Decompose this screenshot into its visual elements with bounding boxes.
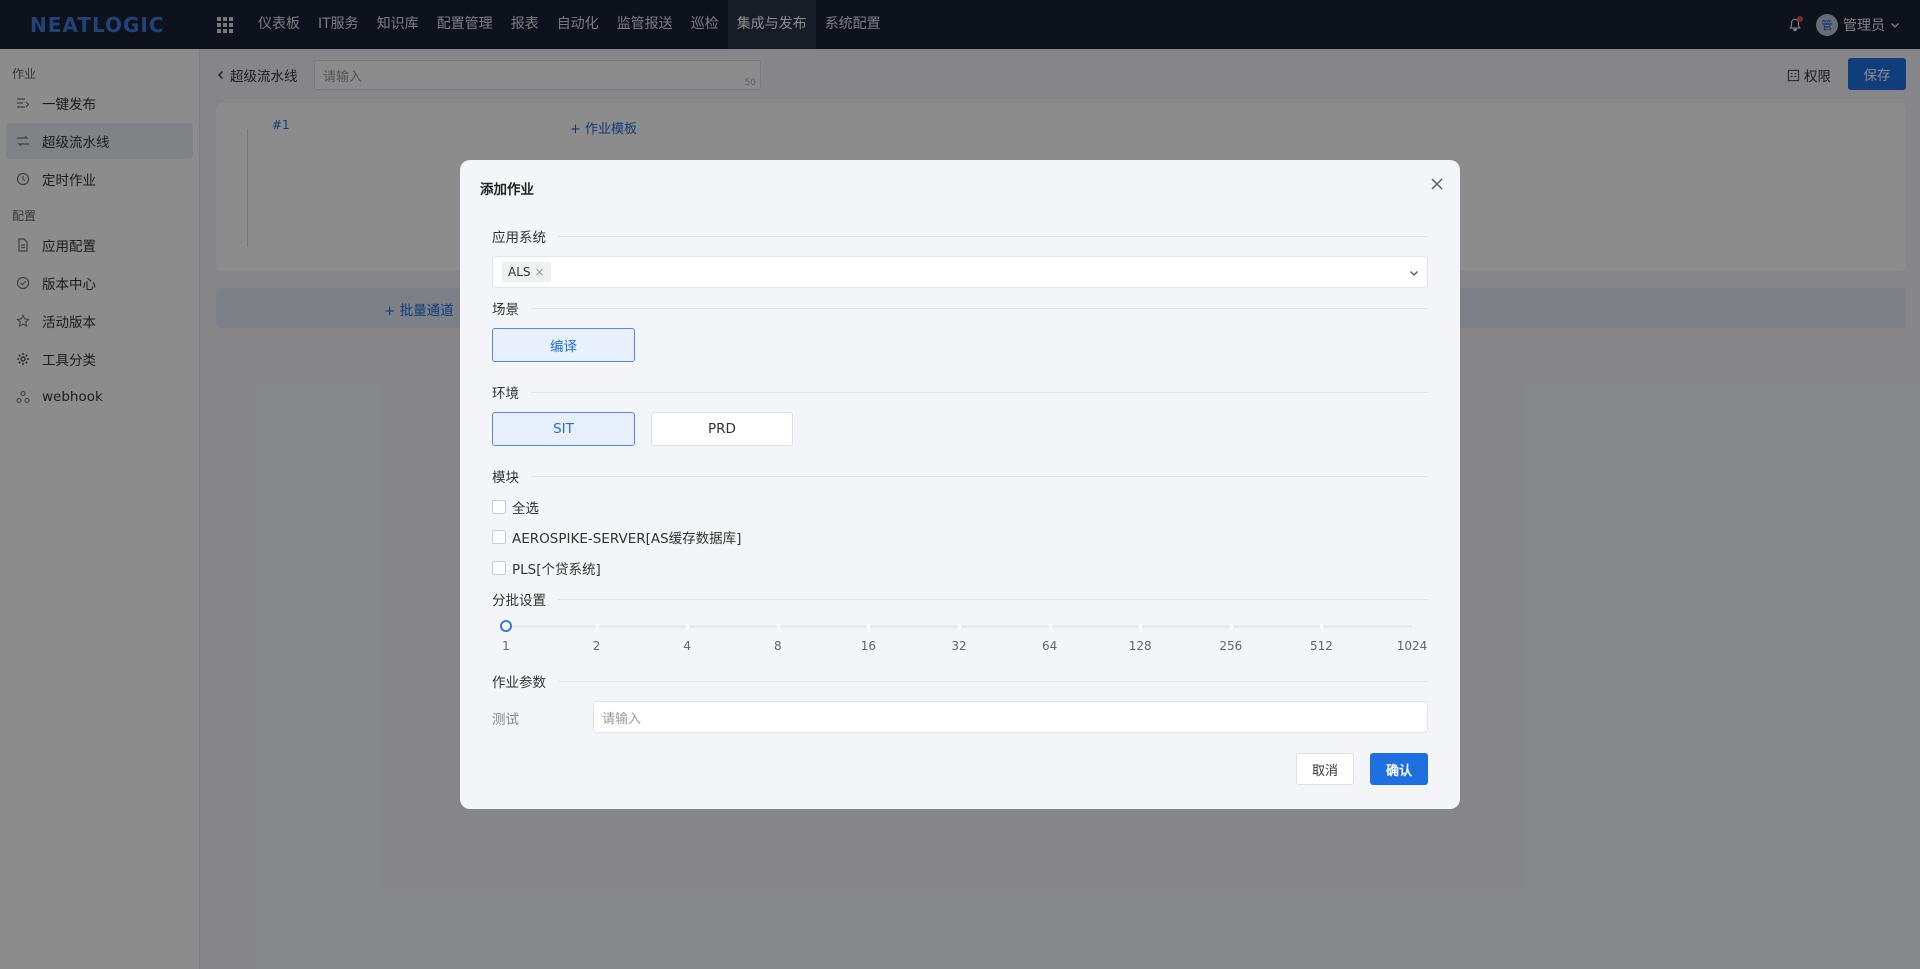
slider-tick	[1320, 624, 1324, 629]
checkbox[interactable]	[492, 500, 506, 514]
slider-tick	[958, 624, 961, 629]
close-icon[interactable]	[1428, 175, 1446, 193]
section-title: 作业参数	[492, 675, 546, 691]
module-aerospike[interactable]: AEROSPIKE-SERVER[AS缓存数据库]	[492, 527, 741, 547]
slider-tick-label[interactable]: 1	[502, 639, 510, 653]
section-title: 分批设置	[492, 593, 546, 609]
selected-tag: ALS ×	[502, 262, 551, 282]
cancel-button[interactable]: 取消	[1296, 753, 1354, 785]
slider-tick-label[interactable]: 512	[1310, 639, 1333, 653]
slider-tick	[1139, 624, 1143, 629]
add-job-dialog: 添加作业 应用系统 ALS × 场景 编译 环境 SIT PRD 模块 全选 A…	[460, 160, 1460, 809]
slider-tick-label[interactable]: 16	[861, 639, 876, 653]
env-option-sit[interactable]: SIT	[492, 412, 635, 446]
checkbox[interactable]	[492, 530, 506, 544]
section-title: 场景	[492, 302, 519, 318]
module-select-all[interactable]: 全选	[492, 497, 539, 517]
checkbox-label: 全选	[512, 501, 539, 517]
chevron-down-icon[interactable]	[1409, 267, 1419, 277]
checkbox-label: PLS[个贷系统]	[512, 562, 601, 578]
slider-tick-label[interactable]: 32	[951, 639, 966, 653]
section-scene: 场景	[492, 298, 1428, 318]
checkbox-label: AEROSPIKE-SERVER[AS缓存数据库]	[512, 531, 742, 547]
app-system-select[interactable]: ALS ×	[492, 256, 1428, 288]
section-title: 应用系统	[492, 230, 546, 246]
env-option-prd[interactable]: PRD	[651, 412, 793, 446]
slider-tick-label[interactable]: 8	[774, 639, 782, 653]
slider-tick-label[interactable]: 1024	[1397, 639, 1428, 653]
tag-label: ALS	[508, 265, 531, 279]
slider-tick-label[interactable]: 2	[593, 639, 601, 653]
slider-tick	[595, 624, 599, 629]
section-title: 模块	[492, 470, 519, 486]
slider-tick-label[interactable]: 256	[1219, 639, 1242, 653]
slider-tick	[867, 624, 871, 629]
module-pls[interactable]: PLS[个贷系统]	[492, 558, 601, 578]
slider-tick	[1229, 624, 1233, 629]
tag-remove-icon[interactable]: ×	[535, 265, 545, 279]
slider-tick-label[interactable]: 128	[1129, 639, 1152, 653]
param-placeholder: 请输入	[602, 711, 642, 727]
section-job-params: 作业参数	[492, 671, 1428, 691]
section-app-system: 应用系统	[492, 226, 1428, 246]
confirm-button[interactable]: 确认	[1370, 753, 1428, 785]
checkbox[interactable]	[492, 561, 506, 575]
slider-tick-label[interactable]: 4	[683, 639, 691, 653]
param-input-test[interactable]: 请输入	[593, 701, 1428, 733]
slider-tick-label[interactable]: 64	[1042, 639, 1057, 653]
slider-tick	[686, 624, 690, 629]
slider-tick	[1048, 624, 1052, 629]
param-label-test: 测试	[492, 712, 519, 728]
section-module: 模块	[492, 466, 1428, 486]
scene-option-compile[interactable]: 编译	[492, 328, 635, 362]
section-title: 环境	[492, 386, 519, 402]
slider-tick	[776, 624, 780, 629]
batch-slider-handle[interactable]	[500, 620, 512, 632]
section-batch: 分批设置	[492, 589, 1428, 609]
dialog-title: 添加作业	[480, 182, 534, 198]
section-environment: 环境	[492, 382, 1428, 402]
